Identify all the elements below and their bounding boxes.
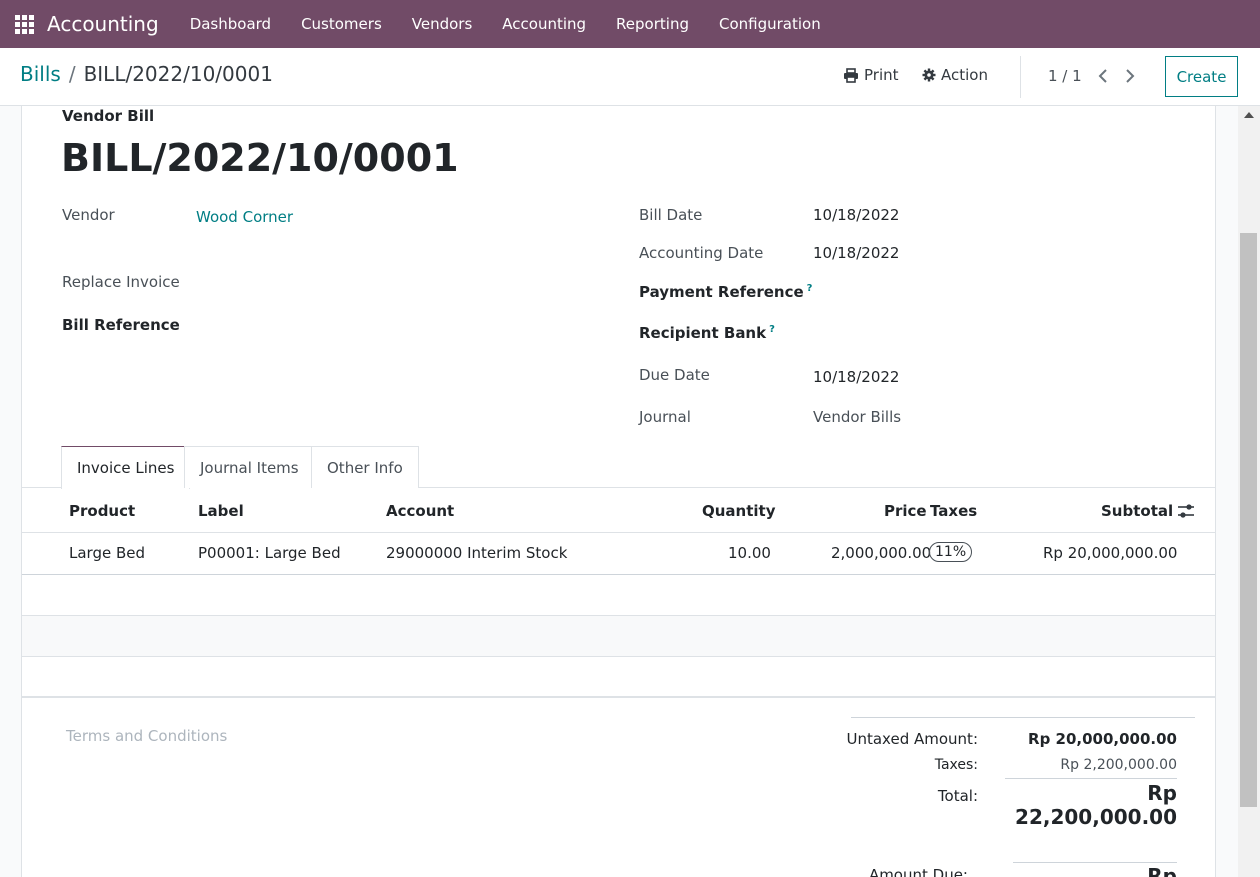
due-date-label: Due Date: [639, 366, 710, 384]
pager-previous-icon[interactable]: [1095, 66, 1111, 86]
tax-badge-label: 11%: [929, 542, 973, 562]
print-button[interactable]: Print: [843, 66, 899, 84]
action-button[interactable]: Action: [922, 66, 988, 84]
pager-value[interactable]: 1 / 1: [1048, 67, 1082, 85]
breadcrumb: Bills / BILL/2022/10/0001: [20, 62, 273, 86]
optional-columns-toggle-icon[interactable]: [1177, 503, 1195, 523]
vendor-label: Vendor: [62, 206, 115, 224]
journal-field[interactable]: Vendor Bills: [813, 408, 901, 426]
scroll-up-arrow-icon[interactable]: [1244, 112, 1254, 118]
menu-accounting[interactable]: Accounting: [487, 0, 601, 48]
table-bottom-border: [22, 696, 1215, 698]
due-date-field[interactable]: 10/18/2022: [813, 368, 899, 386]
row-account[interactable]: 29000000 Interim Stock: [386, 544, 567, 562]
total-value: Rp 22,200,000.00: [1015, 781, 1177, 829]
row-quantity[interactable]: 10.00: [728, 544, 771, 562]
accounting-date-field[interactable]: 10/18/2022: [813, 244, 899, 262]
table-row-divider: [22, 574, 1215, 575]
gear-icon: [922, 68, 936, 82]
app-brand[interactable]: Accounting: [47, 12, 159, 36]
tab-other-info[interactable]: Other Info: [311, 446, 419, 488]
totals-top-divider: [851, 717, 1195, 718]
control-panel: Bills / BILL/2022/10/0001 Print Action 1…: [0, 48, 1260, 106]
breadcrumb-separator: /: [68, 62, 76, 86]
page-scrollbar[interactable]: [1238, 106, 1260, 877]
empty-row: [22, 616, 1215, 657]
print-label: Print: [864, 66, 899, 84]
amount-due-divider: [1013, 862, 1177, 863]
tab-journal-items[interactable]: Journal Items: [184, 446, 315, 488]
menu-vendors[interactable]: Vendors: [397, 0, 488, 48]
row-label[interactable]: P00001: Large Bed: [198, 544, 341, 562]
terms-and-conditions-field[interactable]: Terms and Conditions: [66, 727, 227, 745]
menu-customers[interactable]: Customers: [286, 0, 397, 48]
scrollbar-thumb[interactable]: [1240, 233, 1257, 807]
column-header-taxes[interactable]: Taxes: [930, 502, 977, 520]
row-tax-badge[interactable]: 11%: [929, 542, 973, 562]
pager-next-icon[interactable]: [1122, 66, 1138, 86]
row-product[interactable]: Large Bed: [69, 544, 145, 562]
recipient-bank-help-icon[interactable]: ?: [769, 324, 775, 335]
bill-date-field[interactable]: 10/18/2022: [813, 206, 899, 224]
menu-reporting[interactable]: Reporting: [601, 0, 704, 48]
bill-date-label: Bill Date: [639, 206, 703, 224]
column-header-label[interactable]: Label: [198, 502, 244, 520]
menu-configuration[interactable]: Configuration: [704, 0, 836, 48]
breadcrumb-current: BILL/2022/10/0001: [83, 62, 273, 86]
amount-due-value: Rp 22,200,000.00: [1147, 864, 1177, 877]
column-header-account[interactable]: Account: [386, 502, 454, 520]
total-divider: [1005, 778, 1177, 779]
top-navbar: Accounting Dashboard Customers Vendors A…: [0, 0, 1260, 48]
printer-icon: [844, 67, 858, 83]
taxes-value: Rp 2,200,000.00: [1060, 757, 1177, 773]
column-header-product[interactable]: Product: [69, 502, 135, 520]
column-header-subtotal[interactable]: Subtotal: [1101, 502, 1173, 520]
untaxed-amount-label: Untaxed Amount:: [846, 730, 979, 748]
payment-reference-label: Payment Reference?: [639, 283, 812, 301]
journal-label: Journal: [639, 408, 691, 426]
total-label: Total:: [937, 787, 978, 805]
accounting-date-label: Accounting Date: [639, 244, 764, 262]
vendor-field[interactable]: Wood Corner: [196, 208, 293, 226]
move-type-label: Vendor Bill: [62, 107, 155, 125]
payment-reference-help-icon[interactable]: ?: [807, 283, 813, 294]
create-button[interactable]: Create: [1165, 56, 1238, 97]
recipient-bank-text: Recipient Bank: [639, 324, 767, 342]
recipient-bank-label: Recipient Bank?: [639, 324, 775, 342]
breadcrumb-bills-link[interactable]: Bills: [20, 62, 61, 86]
control-divider: [1020, 56, 1021, 98]
menu-dashboard[interactable]: Dashboard: [175, 0, 286, 48]
row-subtotal: Rp 20,000,000.00: [1043, 544, 1178, 562]
bill-reference-label: Bill Reference: [62, 316, 180, 334]
payment-reference-text: Payment Reference: [639, 283, 804, 301]
bill-number-title: BILL/2022/10/0001: [61, 136, 459, 180]
row-price[interactable]: 2,000,000.00: [831, 544, 931, 562]
column-header-quantity[interactable]: Quantity: [702, 502, 776, 520]
table-header-divider: [22, 532, 1215, 533]
untaxed-amount-value: Rp 20,000,000.00: [1028, 730, 1177, 748]
tab-invoice-lines[interactable]: Invoice Lines: [61, 446, 191, 489]
taxes-label: Taxes:: [934, 757, 978, 773]
action-label: Action: [941, 66, 988, 84]
empty-row-divider-2: [22, 656, 1215, 657]
amount-due-label: Amount Due:: [868, 866, 968, 877]
column-header-price[interactable]: Price: [884, 502, 927, 520]
replace-invoice-label: Replace Invoice: [62, 273, 180, 291]
apps-menu-icon[interactable]: [0, 0, 48, 48]
